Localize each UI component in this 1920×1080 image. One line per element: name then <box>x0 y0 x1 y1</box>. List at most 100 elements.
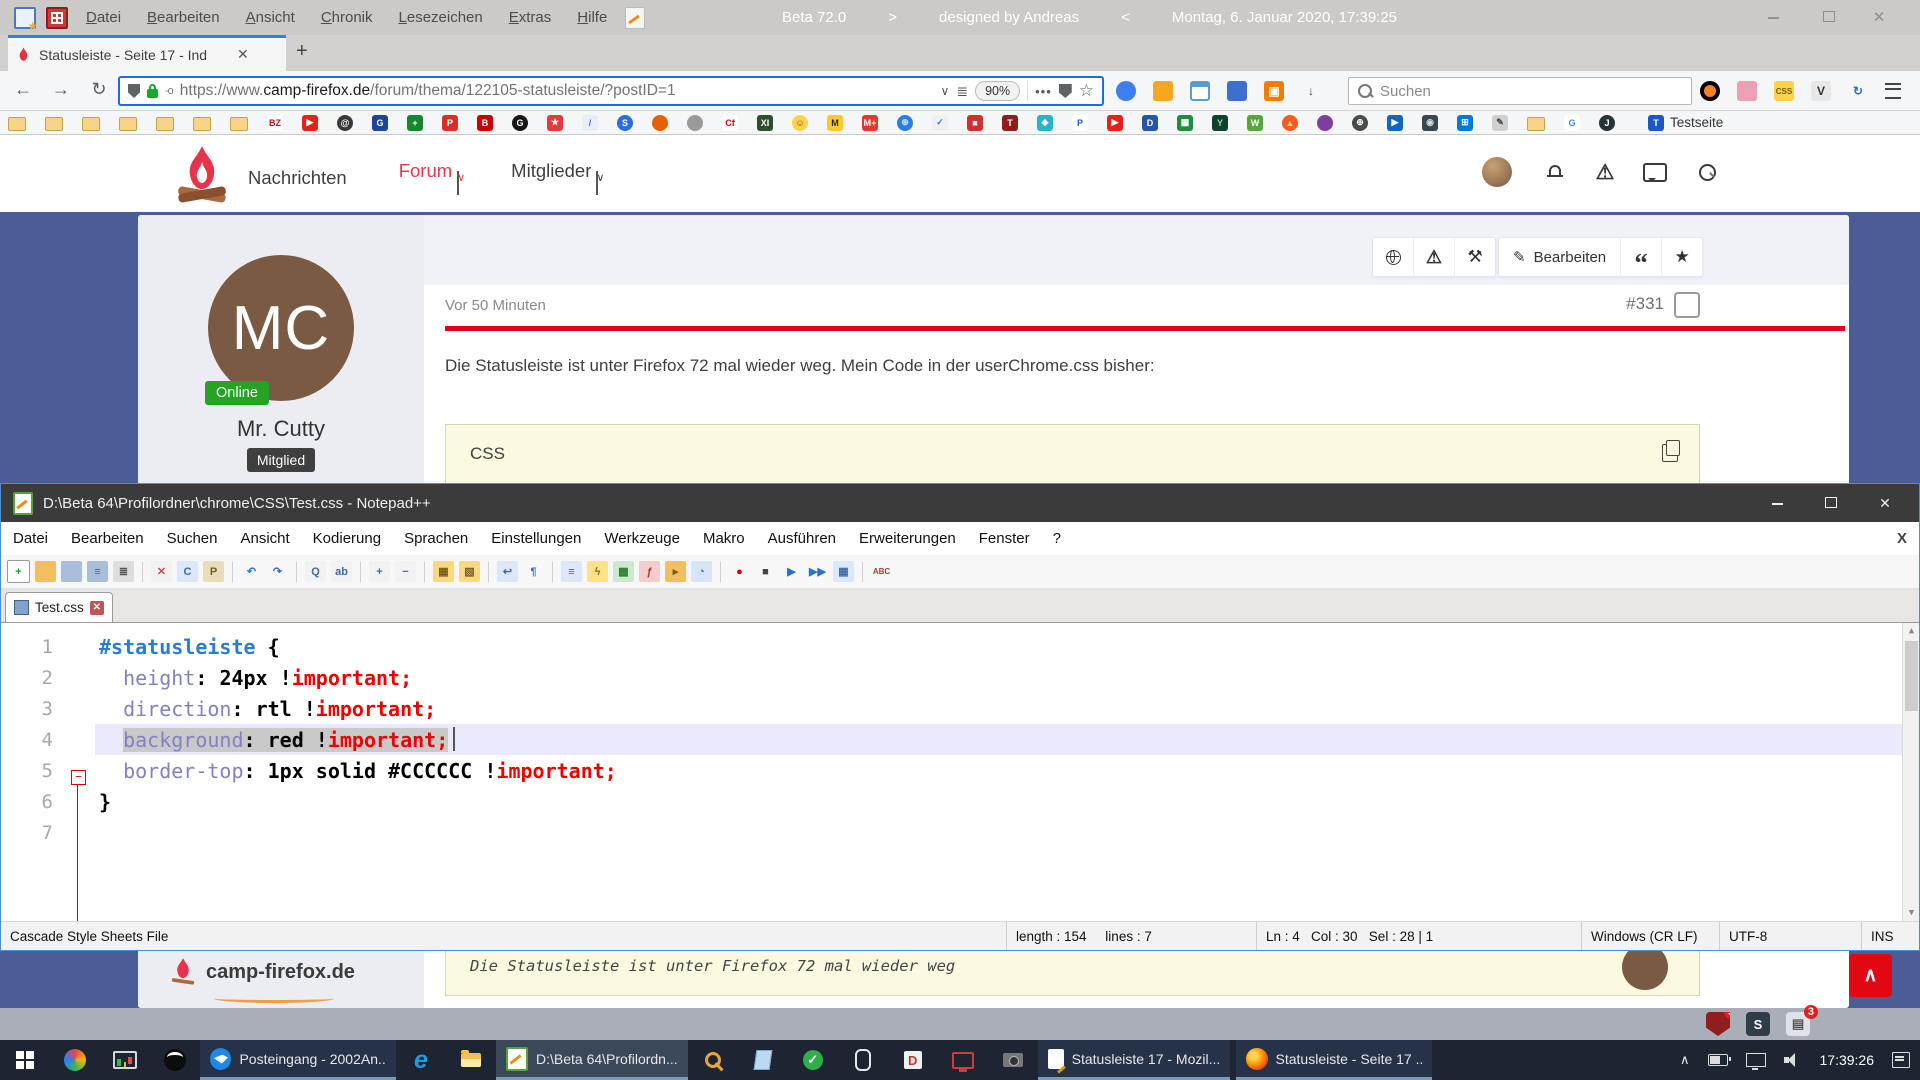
npp-maximize-button[interactable] <box>1809 495 1853 511</box>
code-editor[interactable]: 1#statusleiste {2 height: 24px !importan… <box>1 623 1919 921</box>
pocket-shield-icon[interactable] <box>1059 84 1072 98</box>
bookmark-favicon[interactable]: S <box>617 115 633 131</box>
toolbar-rec-icon[interactable]: ● <box>729 561 750 582</box>
antivirus-check-icon[interactable]: ✓ <box>788 1040 838 1080</box>
npp-menu-?[interactable]: ? <box>1053 530 1061 547</box>
bookmark-favicon[interactable]: ✎ <box>1492 115 1508 131</box>
post-checkbox[interactable] <box>1674 292 1700 318</box>
bookmark-favicon[interactable]: ◉ <box>1422 115 1438 131</box>
bookmark-favicon[interactable]: ✓ <box>932 115 948 131</box>
page-actions-icon[interactable]: ••• <box>1035 84 1052 99</box>
permissions-icon[interactable]: -o <box>165 85 173 97</box>
menu-hamburger-icon[interactable] <box>1885 83 1901 99</box>
toolbar-list-icon[interactable]: ≡ <box>561 561 582 582</box>
scroll-to-top-button[interactable]: ∧ <box>1849 954 1892 997</box>
zoom-indicator[interactable]: 90% <box>975 81 1020 101</box>
bookmark-favicon[interactable]: M <box>827 115 843 131</box>
bookmark-favicon[interactable]: G <box>372 115 388 131</box>
start-button[interactable] <box>0 1040 50 1080</box>
remote-pc-icon[interactable] <box>938 1040 988 1080</box>
npp-close-button[interactable]: ✕ <box>1863 495 1907 512</box>
bookmark-favicon[interactable] <box>8 117 26 131</box>
code-line[interactable]: 2 height: 24px !important; <box>1 662 1902 693</box>
bookmark-favicon[interactable]: ▶ <box>1107 115 1123 131</box>
bookmark-favicon[interactable]: + <box>407 115 423 131</box>
toolbar-fn-icon[interactable]: ƒ <box>639 561 660 582</box>
firefox-menubar[interactable]: DateiBearbeitenAnsichtChronikLesezeichen… <box>86 9 607 26</box>
toolbar-panel1-icon[interactable]: ▦ <box>433 561 454 582</box>
battery-icon[interactable] <box>1708 1054 1728 1066</box>
npp-menu-einstellungen[interactable]: Einstellungen <box>491 530 581 547</box>
bookmark-favicon[interactable]: ▶ <box>1387 115 1403 131</box>
quote-button[interactable]: “ <box>1620 238 1661 276</box>
toolbar-undo-icon[interactable]: ↶ <box>241 561 262 582</box>
orange-box-icon[interactable]: ▣ <box>1264 81 1284 101</box>
window-icon[interactable] <box>1190 81 1210 101</box>
d-tool-icon[interactable]: D <box>888 1040 938 1080</box>
toolbar-map-icon[interactable]: ▩ <box>613 561 634 582</box>
npp-menu-erweiterungen[interactable]: Erweiterungen <box>859 530 956 547</box>
bookmark-favicon[interactable]: T <box>1002 115 1018 131</box>
forward-button[interactable]: → <box>46 79 76 100</box>
post-number[interactable]: #331 <box>1560 294 1664 314</box>
bookmark-favicon[interactable] <box>82 117 100 131</box>
bookmark-star-icon[interactable]: ☆ <box>1079 81 1094 101</box>
eraser-icon[interactable] <box>1737 81 1757 101</box>
code-line[interactable]: 7 <box>1 817 1902 848</box>
screenshot-camera-icon[interactable] <box>988 1040 1038 1080</box>
edge-icon[interactable]: e <box>396 1040 446 1080</box>
like-star-button[interactable]: ★ <box>1661 238 1702 276</box>
npp-menu-makro[interactable]: Makro <box>703 530 745 547</box>
volume-icon[interactable] <box>1784 1053 1802 1067</box>
bookmark-favicon[interactable]: ☺ <box>792 115 808 131</box>
bookmark-favicon[interactable]: M+ <box>862 115 878 131</box>
tab-close-icon[interactable]: ✕ <box>237 46 249 63</box>
notes-icon[interactable] <box>625 7 645 29</box>
bookmark-favicon[interactable] <box>156 117 174 131</box>
toolbar-save-icon[interactable] <box>61 561 82 582</box>
bookmark-favicon[interactable] <box>1317 115 1333 131</box>
task-view-icon[interactable] <box>100 1040 150 1080</box>
bookmark-favicon[interactable]: / <box>582 115 598 131</box>
menu-bearbeiten[interactable]: Bearbeiten <box>147 9 220 26</box>
dark-sphere-app-icon[interactable] <box>150 1040 200 1080</box>
menu-ansicht[interactable]: Ansicht <box>246 9 295 26</box>
bookmark-favicon[interactable] <box>193 117 211 131</box>
toolbar-clock-icon[interactable]: ◔ <box>691 561 712 582</box>
nav-forum[interactable]: Forum∨ <box>399 160 459 195</box>
username[interactable]: Mr. Cutty <box>138 416 424 442</box>
toolbar-replace-icon[interactable]: ab <box>331 561 352 582</box>
code-line[interactable]: 6} <box>1 786 1902 817</box>
status-insert-mode[interactable]: INS <box>1861 922 1919 950</box>
url-text[interactable]: https://www.camp-firefox.de/forum/thema/… <box>180 82 934 100</box>
toolbar-ffwd-icon[interactable]: ▶▶ <box>807 561 828 582</box>
bookmark-favicon[interactable]: Y <box>1212 115 1228 131</box>
notepadpp-titlebar[interactable]: D:\Beta 64\Profilordner\chrome\CSS\Test.… <box>1 484 1919 522</box>
bookmark-favicon[interactable]: XI <box>757 115 773 131</box>
menu-extras[interactable]: Extras <box>509 9 552 26</box>
code-line[interactable]: 4 background: red !important; <box>1 724 1902 755</box>
v-extension-icon[interactable]: V <box>1811 81 1831 101</box>
npp-menu-fenster[interactable]: Fenster <box>979 530 1030 547</box>
toolbar-zout-icon[interactable]: − <box>395 561 416 582</box>
campfire-logo[interactable] <box>170 144 234 208</box>
action-center-icon[interactable] <box>1892 1052 1910 1068</box>
code-line[interactable]: 3 direction: rtl !important; <box>1 693 1902 724</box>
bookmark-favicon[interactable]: ⊕ <box>1352 115 1368 131</box>
toolbar-grid-icon[interactable]: ▦ <box>833 561 854 582</box>
containers-icon[interactable] <box>1116 81 1136 101</box>
bookmark-favicon[interactable]: J <box>1599 115 1615 131</box>
toolbar-zin-icon[interactable]: + <box>369 561 390 582</box>
bookmark-favicon[interactable] <box>119 117 137 131</box>
toolbar-open-icon[interactable] <box>35 561 56 582</box>
bookmark-favicon[interactable]: G <box>512 115 528 131</box>
bookmark-favicon[interactable]: B <box>477 115 493 131</box>
search-ball-icon[interactable] <box>50 1040 100 1080</box>
back-button[interactable]: ← <box>8 79 38 100</box>
bookmark-favicon[interactable]: D <box>1142 115 1158 131</box>
blue-folder-icon[interactable] <box>1227 81 1247 101</box>
bookmark-favicon[interactable]: BZ <box>267 115 283 131</box>
toolbar-panel2-icon[interactable]: ▧ <box>459 561 480 582</box>
orange-ball-icon[interactable] <box>1700 81 1720 101</box>
url-bar[interactable]: -o https://www.camp-firefox.de/forum/the… <box>118 76 1104 106</box>
